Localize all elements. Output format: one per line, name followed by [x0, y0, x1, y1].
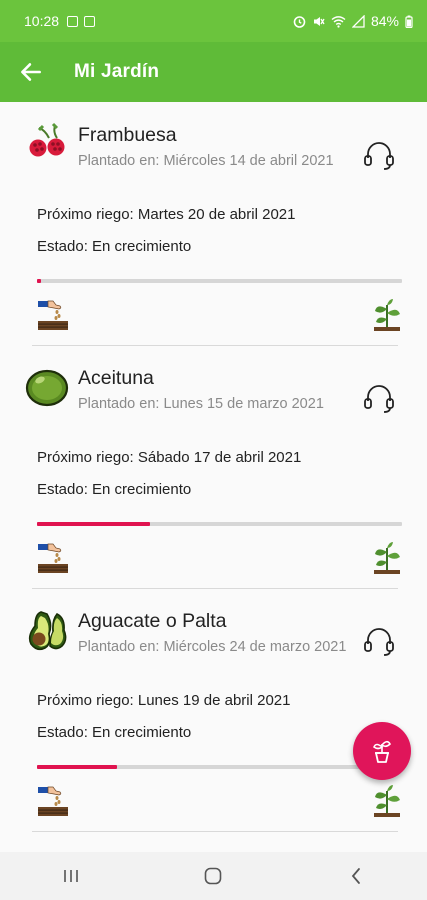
plant-card[interactable]: Aguacate o Palta Plantado en: Miércoles … [28, 588, 404, 832]
raspberry-icon [29, 122, 65, 157]
planted-date: Plantado en: Miércoles 24 de marzo 2021 [78, 639, 347, 655]
card-divider [32, 831, 398, 832]
headphones-icon[interactable] [362, 624, 396, 658]
plant-status: Estado: En crecimiento [37, 481, 192, 498]
growth-progress-bar [37, 522, 402, 526]
plant-name: Frambuesa [78, 124, 177, 146]
app-notification-icon [84, 15, 96, 27]
growth-progress-bar [37, 765, 402, 769]
next-watering: Próximo riego: Lunes 19 de abril 2021 [37, 692, 291, 709]
headphones-icon[interactable] [362, 381, 396, 415]
signal-icon [351, 14, 365, 28]
growth-progress-fill [37, 279, 41, 283]
growth-progress-fill [37, 765, 118, 769]
next-watering: Próximo riego: Sábado 17 de abril 2021 [37, 449, 302, 466]
battery-icon [405, 15, 413, 28]
sprout-icon[interactable] [370, 297, 404, 333]
battery-percentage: 84% [370, 13, 399, 29]
plant-status: Estado: En crecimiento [37, 238, 192, 255]
status-bar: 10:28 84% [0, 0, 427, 42]
plant-card[interactable]: Aceituna Plantado en: Lunes 15 de marzo … [25, 345, 404, 589]
next-watering: Próximo riego: Martes 20 de abril 2021 [37, 206, 296, 223]
gallery-notification-icon [67, 15, 79, 27]
home-icon [205, 867, 222, 885]
plant-status: Estado: En crecimiento [37, 724, 192, 741]
plant-name: Aceituna [78, 367, 154, 389]
planted-date: Plantado en: Miércoles 14 de abril 2021 [78, 153, 334, 169]
sprout-icon[interactable] [370, 540, 404, 576]
headphones-icon[interactable] [362, 138, 396, 172]
growth-progress-bar [37, 279, 402, 283]
wifi-icon [331, 15, 346, 28]
recent-apps-icon [64, 870, 78, 882]
home-button[interactable] [183, 856, 243, 896]
back-arrow-icon[interactable] [18, 59, 44, 85]
planting-seeds-icon[interactable] [35, 540, 71, 576]
alarm-icon [293, 15, 306, 28]
mute-icon [313, 16, 325, 26]
recent-apps-button[interactable] [41, 856, 101, 896]
planting-seeds-icon[interactable] [35, 783, 71, 819]
app-bar: Mi Jardín [0, 42, 427, 102]
sprout-icon[interactable] [370, 783, 404, 819]
chevron-left-icon [351, 868, 360, 884]
planted-date: Plantado en: Lunes 15 de marzo 2021 [78, 396, 324, 412]
plant-card[interactable]: Frambuesa Plantado en: Miércoles 14 de a… [29, 102, 404, 346]
system-nav-bar [0, 852, 427, 900]
olive-icon [25, 369, 69, 407]
avocado-icon [28, 611, 67, 651]
growth-progress-fill [37, 522, 151, 526]
planting-seeds-icon[interactable] [35, 297, 71, 333]
page-title: Mi Jardín [74, 61, 160, 82]
potted-plant-icon [373, 740, 392, 763]
add-plant-fab[interactable] [353, 722, 411, 780]
plant-name: Aguacate o Palta [78, 610, 227, 632]
nav-back-button[interactable] [326, 856, 386, 896]
status-time: 10:28 [24, 13, 60, 29]
